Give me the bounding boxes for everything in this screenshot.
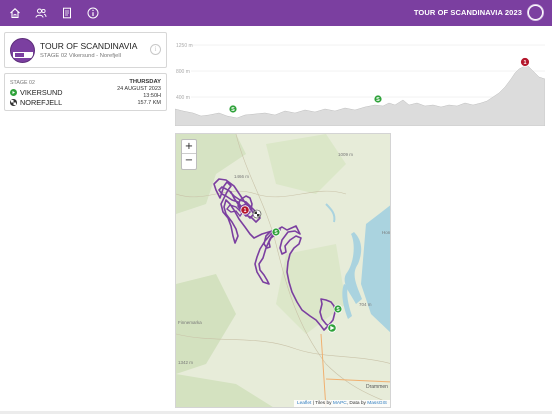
kom-marker[interactable]: 1 <box>240 205 250 215</box>
zoom-out-button[interactable]: − <box>182 154 196 168</box>
massgis-link[interactable]: MassGIS <box>367 401 387 406</box>
start-marker[interactable] <box>327 323 337 333</box>
mapc-link[interactable]: MAPC <box>333 401 347 406</box>
stage-label: STAGE 02 <box>10 80 35 86</box>
start-icon <box>10 89 17 96</box>
stage-details: THURSDAY 24 AUGUST 2023 13:50H 157.7 KM <box>117 79 161 107</box>
finish-marker[interactable] <box>252 209 262 219</box>
document-icon[interactable] <box>61 7 73 19</box>
attribution-text: | Tiles by <box>311 401 333 406</box>
map-label: Finnemarka <box>178 320 202 325</box>
finish-location-name: NOREFJELL <box>20 98 63 107</box>
kom-marker-label: 1 <box>523 60 526 66</box>
info-icon[interactable]: i <box>150 44 161 55</box>
elevation-area <box>175 64 545 126</box>
home-icon[interactable] <box>9 7 21 19</box>
y-label: 1250 m <box>176 43 193 49</box>
map-attribution: Leaflet | Tiles by MAPC, Data by MassGIS <box>293 400 390 407</box>
kom-marker-label: 1 <box>244 208 247 214</box>
info-icon[interactable] <box>87 7 99 19</box>
map-label: 1466 m <box>234 174 249 179</box>
leaflet-link[interactable]: Leaflet <box>297 401 311 406</box>
stage-distance: 157.7 KM <box>137 100 161 106</box>
sprint-marker[interactable]: S <box>228 104 238 114</box>
elevation-profile: 1250 m 800 m 400 m S S 1 <box>175 43 545 126</box>
y-label: 400 m <box>176 95 190 101</box>
map-label: 704 m <box>359 302 372 307</box>
map-label: Drammen <box>366 384 388 390</box>
map-label: 1009 m <box>338 152 353 157</box>
race-logo[interactable] <box>527 4 544 21</box>
stage-time: 13:50H <box>143 93 161 99</box>
map-label: Hon <box>382 230 391 235</box>
stage-day: THURSDAY <box>129 79 161 85</box>
kom-marker[interactable]: 1 <box>520 57 530 67</box>
stage-info-card: STAGE 02 VIKERSUND NOREFJELL THURSDAY 24… <box>4 73 167 111</box>
attribution-text: , Data by <box>346 401 368 406</box>
sprint-marker[interactable]: S <box>271 227 281 237</box>
map-tiles[interactable]: 1009 m 1466 m Hon 704 m Drammen 1342 m F… <box>176 134 391 408</box>
finish-flag-icon <box>10 99 17 106</box>
users-icon[interactable] <box>35 7 47 19</box>
y-label: 800 m <box>176 69 190 75</box>
start-location: VIKERSUND <box>10 88 63 97</box>
race-title: TOUR OF SCANDINAVIA 2023 <box>413 8 522 17</box>
route-map[interactable]: 1009 m 1466 m Hon 704 m Drammen 1342 m F… <box>175 133 391 408</box>
race-header-card: TOUR OF SCANDINAVIA STAGE 02 Vikersund -… <box>4 32 167 68</box>
race-name: TOUR OF SCANDINAVIA <box>40 41 138 51</box>
sprint-marker[interactable]: S <box>333 304 343 314</box>
zoom-in-button[interactable]: + <box>182 140 196 154</box>
sprint-marker-label: S <box>231 107 235 113</box>
top-navigation-bar: TOUR OF SCANDINAVIA 2023 <box>0 0 552 26</box>
zoom-control: + − <box>181 139 197 170</box>
map-label: 1342 m <box>178 360 193 365</box>
race-logo-large <box>10 38 35 63</box>
stage-subtitle: STAGE 02 Vikersund - Norefjell <box>40 53 121 59</box>
finish-location: NOREFJELL <box>10 98 62 107</box>
stage-date: 24 AUGUST 2023 <box>117 86 161 92</box>
start-location-name: VIKERSUND <box>20 88 63 97</box>
sprint-marker[interactable]: S <box>373 94 383 104</box>
sprint-marker-label: S <box>376 97 380 103</box>
